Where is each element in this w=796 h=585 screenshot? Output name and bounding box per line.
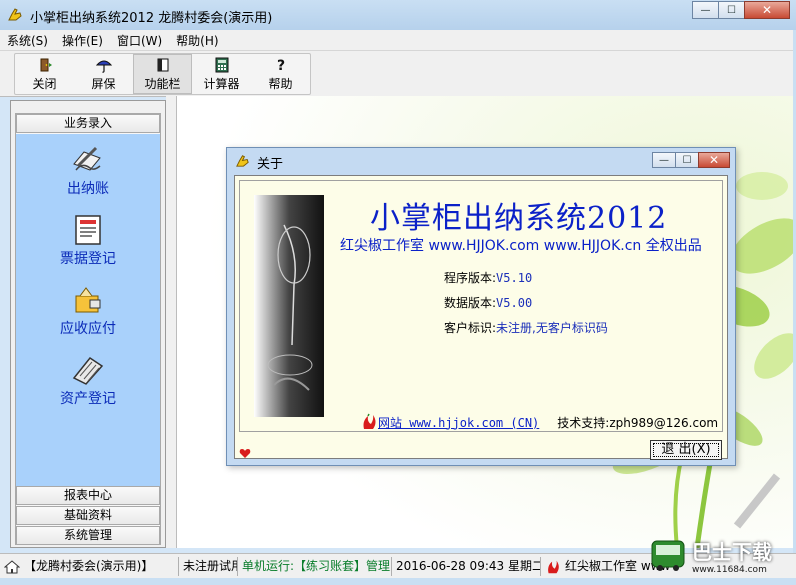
dialog-maximize-button[interactable]: ☐ [675,152,699,168]
customer-id-label: 客户标识: [444,321,497,335]
exit-door-icon [40,58,52,71]
splitter[interactable] [166,96,177,548]
watermark-url: www.11684.com [692,564,767,575]
sidebar-item-label: 应收应付 [60,321,116,337]
receivable-icon [75,287,101,313]
site-watermark: 巴士下载 www.11684.com [648,530,794,580]
window-title: 小掌柜出纳系统2012 龙腾村委会(演示用) [30,11,273,26]
svg-text:?: ? [276,58,284,73]
dialog-info-panel: 小掌柜出纳系统2012 红尖椒工作室 www.HJJOK.com www.HJJ… [239,180,723,432]
title-bar: 小掌柜出纳系统2012 龙腾村委会(演示用) — ☐ ✕ [0,0,796,31]
screensaver-tool-label: 屏保 [91,76,116,91]
heart-icon [239,449,251,458]
about-dialog: 关于 — ☐ ✕ 小掌柜出纳系统2012 红尖椒工作室 www.HJJOK.co… [226,147,736,466]
close-button[interactable]: ✕ [744,1,790,19]
umbrella-icon [95,60,112,73]
program-version-row: 程序版本:V5.10 [444,269,532,286]
red-pepper-logo-icon [548,560,559,573]
dialog-minimize-button[interactable]: — [652,152,676,168]
sidebar: 业务录入 出纳账 票据登记 应收应付 资产登记 报表中心 基础资料 系统管理 [10,100,166,548]
maximize-button[interactable]: ☐ [718,1,745,19]
cash-book-icon [73,146,101,171]
function-panel-tool-label: 功能栏 [144,76,181,91]
menu-help[interactable]: 帮助(H) [169,32,225,49]
home-icon [4,559,20,573]
menu-operation[interactable]: 操作(E) [55,32,110,49]
help-icon: ? [276,58,284,73]
tech-support: 技术支持:zph989@126.com [557,415,719,430]
menu-window[interactable]: 窗口(W) [110,32,169,49]
status-org: 【龙腾村委会(演示用)】 [20,557,179,576]
receipt-icon [75,215,101,245]
help-tool-button[interactable]: ? 帮助 [251,54,310,94]
status-registration: 未注册试用 [179,557,238,576]
section-system-management[interactable]: 系统管理 [16,526,160,545]
calculator-tool-button[interactable]: 计算器 [192,54,251,94]
program-version-value: V5.10 [496,271,533,285]
dialog-close-button[interactable]: ✕ [698,152,730,168]
menu-bar: 系统(S) 操作(E) 窗口(W) 帮助(H) [0,30,796,51]
function-panel-tool-button[interactable]: 功能栏 [133,54,192,94]
toolbar: 关闭 屏保 功能栏 计算器 ? 帮助 [0,51,796,97]
customer-id-value: 未注册,无客户标识码 [496,321,608,335]
exit-button[interactable]: 退 出(X) [650,440,722,460]
sidebar-item-receivables[interactable]: 应收应付 [16,284,160,344]
sidebar-item-label: 资产登记 [60,391,116,407]
status-running-mode: 单机运行:【练习账套】管理员 [238,557,392,576]
close-tool-button[interactable]: 关闭 [15,54,74,94]
section-business-entry-body: 出纳账 票据登记 应收应付 资产登记 [16,134,160,486]
data-version-label: 数据版本: [444,296,497,310]
panel-icon [157,58,168,71]
program-version-label: 程序版本: [444,271,497,285]
minimize-button[interactable]: — [692,1,719,19]
dialog-content: 小掌柜出纳系统2012 红尖椒工作室 www.HJJOK.com www.HJJ… [234,175,728,460]
calculator-icon [215,57,228,72]
sidebar-panel: 业务录入 出纳账 票据登记 应收应付 资产登记 报表中心 基础资料 系统管理 [15,113,161,545]
section-report-center[interactable]: 报表中心 [16,486,160,505]
sidebar-item-assets[interactable]: 资产登记 [16,354,160,414]
data-version-row: 数据版本:V5.00 [444,294,532,311]
sidebar-item-cash-book[interactable]: 出纳账 [16,144,160,204]
section-business-entry[interactable]: 业务录入 [16,114,160,133]
dialog-title: 关于 [257,157,284,172]
screensaver-tool-button[interactable]: 屏保 [74,54,133,94]
calculator-tool-label: 计算器 [203,76,240,91]
help-tool-label: 帮助 [268,76,293,91]
app-name-heading: 小掌柜出纳系统2012 [370,201,668,236]
website-link[interactable]: 网站 www.hjjok.com (CN) [378,414,539,431]
asset-icon [72,356,104,385]
company-credit: 红尖椒工作室 www.HJJOK.com www.HJJOK.cn 全权出品 [340,238,702,254]
red-pepper-logo-icon [363,413,376,429]
close-tool-label: 关闭 [32,76,57,91]
menu-system[interactable]: 系统(S) [0,32,55,49]
customer-id-row: 客户标识:未注册,无客户标识码 [444,319,608,336]
toolbar-group: 关闭 屏保 功能栏 计算器 ? 帮助 [14,53,311,95]
sidebar-item-label: 出纳账 [67,181,109,197]
data-version-value: V5.00 [496,296,533,310]
sidebar-item-receipts[interactable]: 票据登记 [16,214,160,274]
hand-pointer-icon [8,8,22,21]
sidebar-item-label: 票据登记 [60,251,116,267]
dialog-footer: 网站 www.hjjok.com (CN) 技术支持:zph989@126.co… [360,413,718,431]
section-basic-data[interactable]: 基础资料 [16,506,160,525]
bus-logo-icon [651,540,685,571]
status-datetime: 2016-06-28 09:43 星期二 [392,557,541,576]
hand-pointer-icon [236,155,249,167]
wine-glass-art-image [254,195,324,417]
watermark-title: 巴士下载 [692,539,772,564]
